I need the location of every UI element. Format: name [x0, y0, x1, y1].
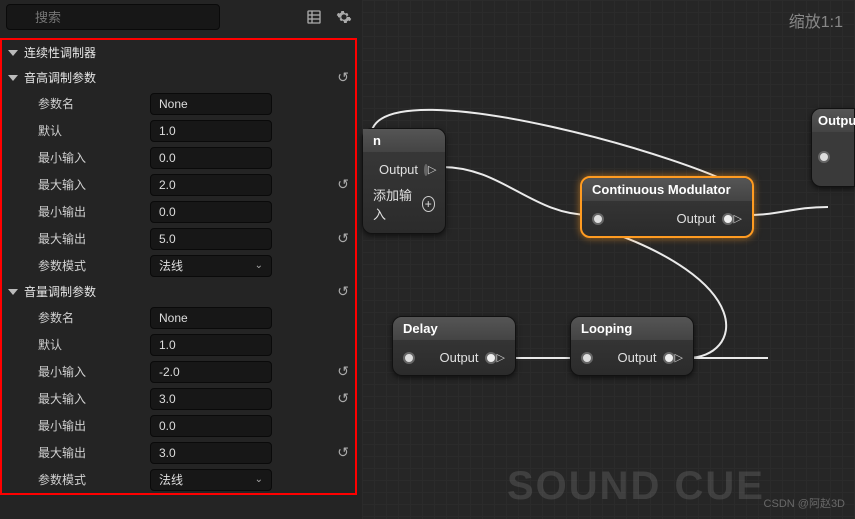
prop-label: 最大输入	[38, 176, 150, 193]
prop-row: 默认 1.0	[2, 117, 355, 144]
min-in-input[interactable]: -2.0	[150, 361, 272, 383]
watermark: SOUND CUE	[507, 464, 765, 509]
prop-label: 最小输入	[38, 363, 150, 380]
zoom-label: 缩放1:1	[789, 8, 843, 32]
min-out-input[interactable]: 0.0	[150, 415, 272, 437]
input-pin[interactable]	[581, 352, 593, 364]
highlighted-properties: 连续性调制器 音高调制参数 ↺ 参数名 None 默认 1.0 最小输入	[0, 38, 357, 495]
pin-label: Output	[677, 211, 716, 226]
min-in-input[interactable]: 0.0	[150, 147, 272, 169]
node-title: n	[363, 129, 445, 152]
param-name-input[interactable]: None	[150, 93, 272, 115]
prop-label: 最小输出	[38, 417, 150, 434]
prop-row: 参数模式 法线 ⌄	[2, 252, 355, 279]
chevron-down-icon	[8, 289, 18, 295]
chevron-down-icon: ⌄	[255, 474, 263, 485]
prop-row: 参数名 None	[2, 90, 355, 117]
default-input[interactable]: 1.0	[150, 120, 272, 142]
max-out-input[interactable]: 3.0	[150, 442, 272, 464]
section-volume[interactable]: 音量调制参数 ↺	[2, 279, 355, 304]
max-in-input[interactable]: 2.0	[150, 174, 272, 196]
node-title: Output	[812, 109, 854, 132]
pin-label: Output	[618, 350, 657, 365]
node-continuous-modulator[interactable]: Continuous Modulator Output ▷	[580, 176, 754, 238]
csdn-watermark: CSDN @阿赵3D	[764, 495, 845, 511]
prop-label: 参数模式	[38, 471, 150, 488]
node-delay[interactable]: Delay Output ▷	[392, 316, 516, 376]
prop-label: 最小输入	[38, 149, 150, 166]
prop-label: 最大输出	[38, 444, 150, 461]
mode-select[interactable]: 法线 ⌄	[150, 255, 272, 277]
reset-icon[interactable]: ↺	[337, 444, 349, 461]
node-looping[interactable]: Looping Output ▷	[570, 316, 694, 376]
node-title: Looping	[571, 317, 693, 340]
max-out-input[interactable]: 5.0	[150, 228, 272, 250]
output-pin[interactable]	[663, 352, 675, 364]
reset-icon[interactable]: ↺	[337, 230, 349, 247]
reset-icon[interactable]: ↺	[337, 176, 349, 193]
prop-row: 最大输入 3.0 ↺	[2, 385, 355, 412]
param-name-input[interactable]: None	[150, 307, 272, 329]
output-pin[interactable]	[485, 352, 497, 364]
prop-row: 最小输出 0.0	[2, 412, 355, 439]
output-pin[interactable]	[722, 213, 734, 225]
prop-row: 最大输出 5.0 ↺	[2, 225, 355, 252]
max-in-input[interactable]: 3.0	[150, 388, 272, 410]
input-pin[interactable]	[818, 151, 830, 163]
prop-row: 最大输入 2.0 ↺	[2, 171, 355, 198]
reset-icon[interactable]: ↺	[337, 363, 349, 380]
prop-row: 最小输入 -2.0 ↺	[2, 358, 355, 385]
prop-row: 最小输入 0.0	[2, 144, 355, 171]
default-input[interactable]: 1.0	[150, 334, 272, 356]
chevron-down-icon: ⌄	[255, 260, 263, 271]
section-pitch[interactable]: 音高调制参数 ↺	[2, 65, 355, 90]
plus-icon[interactable]: +	[422, 196, 435, 212]
section-root[interactable]: 连续性调制器	[2, 40, 355, 65]
prop-row: 参数名 None	[2, 304, 355, 331]
prop-label: 最小输出	[38, 203, 150, 220]
view-options-icon[interactable]	[302, 5, 326, 29]
reset-icon[interactable]: ↺	[337, 283, 349, 300]
search-input[interactable]	[6, 4, 220, 30]
pin-label: Output	[379, 162, 418, 177]
mode-value: 法线	[159, 257, 183, 274]
node-graph[interactable]: 缩放1:1 n Output ▷ 添加输入 +	[362, 0, 855, 519]
prop-label: 参数模式	[38, 257, 150, 274]
input-pin[interactable]	[592, 213, 604, 225]
chevron-down-icon	[8, 50, 18, 56]
prop-label: 最大输入	[38, 390, 150, 407]
add-input-label: 添加输入	[373, 185, 416, 223]
min-out-input[interactable]: 0.0	[150, 201, 272, 223]
gear-icon[interactable]	[332, 5, 356, 29]
node-mixer[interactable]: n Output ▷ 添加输入 +	[362, 128, 446, 234]
mode-select[interactable]: 法线 ⌄	[150, 469, 272, 491]
section-root-label: 连续性调制器	[24, 44, 96, 61]
chevron-down-icon	[8, 75, 18, 81]
section-volume-label: 音量调制参数	[24, 283, 96, 300]
prop-label: 默认	[38, 122, 150, 139]
search-row	[0, 0, 362, 34]
details-panel: 连续性调制器 音高调制参数 ↺ 参数名 None 默认 1.0 最小输入	[0, 0, 362, 519]
mode-value: 法线	[159, 471, 183, 488]
wires	[362, 0, 855, 519]
prop-label: 参数名	[38, 95, 150, 112]
input-pin[interactable]	[403, 352, 415, 364]
prop-row: 最大输出 3.0 ↺	[2, 439, 355, 466]
node-output[interactable]: Output	[811, 108, 855, 187]
prop-label: 参数名	[38, 309, 150, 326]
prop-row: 最小输出 0.0	[2, 198, 355, 225]
node-title: Delay	[393, 317, 515, 340]
section-pitch-label: 音高调制参数	[24, 69, 96, 86]
node-title: Continuous Modulator	[582, 178, 752, 201]
prop-row: 默认 1.0	[2, 331, 355, 358]
prop-row: 参数模式 法线 ⌄	[2, 466, 355, 493]
reset-icon[interactable]: ↺	[337, 390, 349, 407]
pin-label: Output	[440, 350, 479, 365]
prop-label: 最大输出	[38, 230, 150, 247]
prop-label: 默认	[38, 336, 150, 353]
reset-icon[interactable]: ↺	[337, 69, 349, 86]
